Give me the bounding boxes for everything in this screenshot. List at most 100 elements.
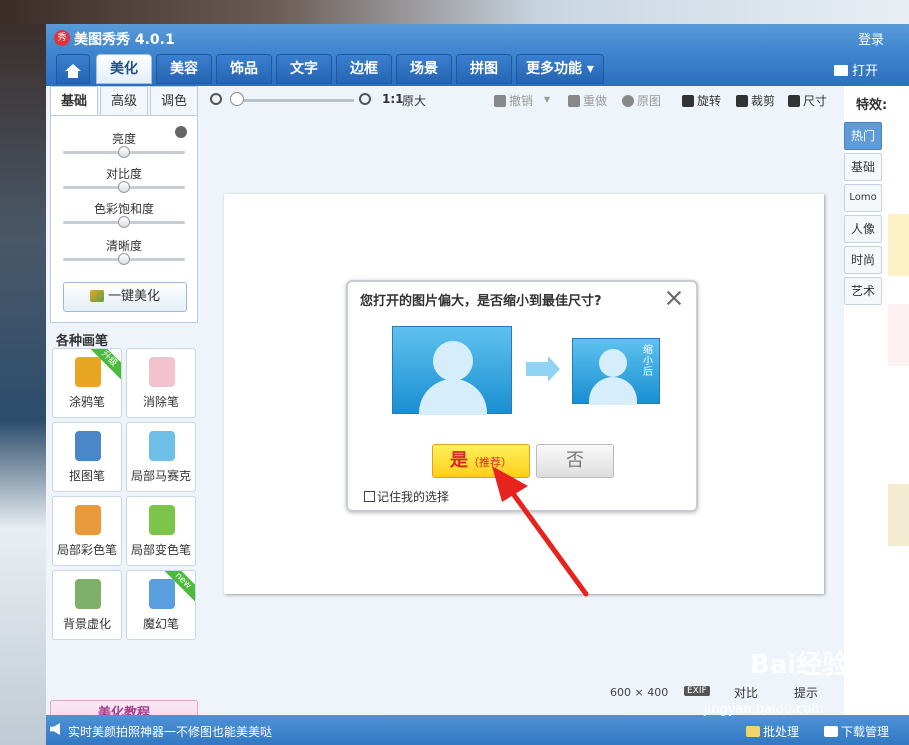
baidu-watermark: Bai经验 jingyan.baidu.com [700, 640, 860, 730]
promo-message[interactable]: 实时美颜拍照神器一不修图也能美美哒 [68, 723, 272, 740]
original-image-button[interactable]: 原图 [622, 92, 661, 109]
effect-thumbnail[interactable] [888, 484, 909, 546]
tab-more[interactable]: 更多功能 ▾ [516, 54, 604, 84]
open-button[interactable]: 打开 [834, 60, 878, 79]
toolbar: 1:1 原大 撤销 ▾ 重做 原图 旋转 裁剪 尺寸 [206, 86, 834, 114]
fx-tab-portrait[interactable]: 人像 [844, 215, 882, 243]
home-tab[interactable] [56, 54, 90, 84]
tab-border[interactable]: 边框 [336, 54, 392, 84]
undo-dropdown[interactable]: ▾ [544, 92, 550, 106]
login-link[interactable]: 登录 [858, 29, 884, 48]
subtab-color[interactable]: 调色 [150, 86, 198, 116]
tab-face[interactable]: 美容 [156, 54, 212, 84]
small-image-illustration: 缩小后 [572, 338, 660, 405]
red-annotation-arrow [492, 466, 589, 597]
pen-mosaic[interactable]: 局部马赛克 [126, 422, 196, 492]
tab-scene[interactable]: 场景 [396, 54, 452, 84]
undo-icon [494, 95, 506, 107]
background-left-band [0, 24, 46, 745]
saturation-label: 色彩饱和度 [93, 202, 154, 216]
undo-button[interactable]: 撤销 [494, 92, 533, 109]
brightness-label: 亮度 [111, 132, 136, 146]
new-badge: new [165, 571, 195, 601]
pen-doodle[interactable]: 升级 涂鸦笔 [52, 348, 122, 418]
tab-accessories[interactable]: 饰品 [216, 54, 272, 84]
speaker-icon [50, 723, 60, 735]
pen-magic[interactable]: new 魔幻笔 [126, 570, 196, 640]
rotate-button[interactable]: 旋转 [682, 92, 721, 109]
zoom-knob[interactable] [230, 92, 244, 106]
effect-thumbnail[interactable] [888, 304, 909, 366]
image-dimensions: 600 × 400 [610, 686, 669, 699]
background-top-band [0, 0, 909, 24]
pen-color[interactable]: 局部彩色笔 [52, 496, 122, 566]
effect-thumbnail[interactable] [888, 214, 909, 276]
zoom-ratio[interactable]: 1:1 [382, 92, 404, 106]
wand-icon [89, 290, 104, 302]
zoom-in-icon[interactable] [359, 93, 371, 105]
person-body [589, 377, 637, 405]
watermark-url: jingyan.baidu.com [704, 702, 824, 717]
shrunk-label: 缩小后 [643, 345, 653, 378]
cutout-pen-icon [75, 431, 101, 461]
contrast-knob[interactable] [118, 181, 130, 193]
zoom-out-icon[interactable] [210, 93, 222, 105]
fx-tab-fashion[interactable]: 时尚 [844, 246, 882, 274]
pen-label: 涂鸦笔 [68, 395, 105, 409]
original-icon [622, 95, 634, 107]
pen-label: 局部变色笔 [130, 543, 191, 557]
fx-tab-art[interactable]: 艺术 [844, 277, 882, 305]
tab-beautify[interactable]: 美化 [96, 54, 152, 84]
home-icon [65, 64, 81, 78]
subtab-basic[interactable]: 基础 [50, 86, 98, 116]
checkbox-box[interactable] [364, 491, 375, 502]
contrast-label: 对比度 [105, 167, 142, 181]
close-icon[interactable] [666, 290, 682, 306]
one-key-beautify-button[interactable]: 一键美化 [63, 282, 187, 312]
pen-label: 背景虚化 [62, 617, 111, 631]
original-size-button[interactable]: 原大 [402, 92, 426, 109]
person-head [433, 341, 473, 381]
tab-collage[interactable]: 拼图 [456, 54, 512, 84]
upgrade-badge: 升级 [91, 349, 121, 379]
fx-tab-basic[interactable]: 基础 [844, 153, 882, 181]
effects-panel: 特效: 热门 基础 Lomo 人像 时尚 艺术 [844, 86, 909, 726]
redo-icon [568, 95, 580, 107]
left-panel: 基础 高级 调色 亮度 对比度 色彩饱和度 清晰度 一键美化 各种画笔 升级 涂… [50, 86, 202, 736]
person-head [599, 349, 627, 377]
saturation-knob[interactable] [118, 216, 130, 228]
folder-icon [834, 65, 848, 76]
title-bar: 秀 美图秀秀 4.0.1 登录 [46, 24, 909, 52]
main-nav: 美化 美容 饰品 文字 边框 场景 拼图 更多功能 ▾ 打开 [46, 52, 909, 86]
tab-text[interactable]: 文字 [276, 54, 332, 84]
crop-button[interactable]: 裁剪 [736, 92, 775, 109]
person-body [419, 379, 487, 415]
remember-checkbox[interactable]: 记住我的选择 [364, 488, 449, 505]
brightness-knob[interactable] [118, 146, 130, 158]
zoom-slider[interactable] [232, 99, 354, 102]
effects-title: 特效: [856, 98, 888, 113]
arrow-right-icon [526, 356, 560, 382]
fx-tab-hot[interactable]: 热门 [844, 122, 882, 150]
pen-label: 抠图笔 [68, 469, 105, 483]
sharpness-knob[interactable] [118, 253, 130, 265]
resize-button[interactable]: 尺寸 [788, 92, 827, 109]
color-brush-icon [75, 505, 101, 535]
subtab-advanced[interactable]: 高级 [100, 86, 148, 116]
pen-blur[interactable]: 背景虚化 [52, 570, 122, 640]
arrow-head [492, 466, 528, 502]
pen-recolor[interactable]: 局部变色笔 [126, 496, 196, 566]
background-blur-icon [75, 579, 101, 609]
pen-cutout[interactable]: 抠图笔 [52, 422, 122, 492]
pen-label: 消除笔 [142, 395, 179, 409]
app-logo-icon: 秀 [54, 30, 70, 46]
adjust-panel: 亮度 对比度 色彩饱和度 清晰度 一键美化 [50, 115, 198, 323]
pen-label: 局部马赛克 [130, 469, 191, 483]
paint-bucket-icon [149, 505, 175, 535]
pen-eraser[interactable]: 消除笔 [126, 348, 196, 418]
open-label: 打开 [852, 64, 879, 79]
mosaic-icon [149, 431, 175, 461]
sharpness-label: 清晰度 [105, 239, 142, 253]
fx-tab-lomo[interactable]: Lomo [844, 184, 882, 212]
redo-button[interactable]: 重做 [568, 92, 607, 109]
